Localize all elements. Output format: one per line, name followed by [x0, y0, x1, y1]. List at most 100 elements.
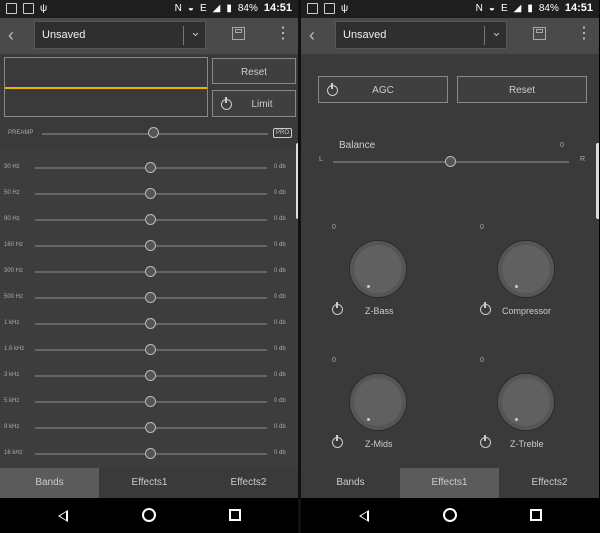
- reset-button[interactable]: Reset: [212, 58, 296, 84]
- knob-indicator: [515, 285, 518, 288]
- knob-indicator: [367, 285, 370, 288]
- tab-effects1[interactable]: Effects1: [400, 468, 499, 498]
- more-vert-icon[interactable]: ⋮: [275, 23, 291, 43]
- eq-curve-line: [5, 87, 207, 89]
- z-treble-power-icon[interactable]: [480, 435, 491, 448]
- band-slider-thumb[interactable]: [145, 188, 156, 199]
- tab-bands[interactable]: Bands: [0, 468, 99, 498]
- chevron-left-icon[interactable]: ‹: [309, 25, 315, 46]
- battery-percent: 84%: [237, 2, 258, 14]
- tab-bands[interactable]: Bands: [301, 468, 400, 498]
- band-slider-thumb[interactable]: [145, 396, 156, 407]
- dropdown-separator: [484, 26, 485, 45]
- band-slider-thumb[interactable]: [145, 370, 156, 381]
- band-freq-label: 300 Hz: [4, 268, 24, 274]
- band-freq-label: 9 kHz: [4, 424, 20, 430]
- band-gain-value: 0 db: [274, 164, 286, 170]
- band-slider-thumb[interactable]: [145, 240, 156, 251]
- wifi-icon: ◒: [187, 2, 194, 14]
- tab-effects1[interactable]: Effects1: [100, 468, 199, 498]
- band-gain-value: 0 db: [274, 242, 286, 248]
- band-slider-thumb[interactable]: [145, 318, 156, 329]
- band-gain-value: 0 db: [274, 346, 286, 352]
- band-gain-value: 0 db: [274, 424, 286, 430]
- pro-badge: PRO: [273, 128, 293, 138]
- band-freq-label: 1 kHz: [4, 320, 20, 326]
- band-slider-thumb[interactable]: [145, 344, 156, 355]
- nav-home-icon[interactable]: [443, 508, 457, 522]
- dropdown-separator: [183, 26, 184, 45]
- edge-handle[interactable]: [596, 143, 599, 219]
- band-row: 9 kHz 0 db: [0, 420, 298, 434]
- limit-button[interactable]: Limit: [212, 90, 296, 117]
- z-mids-knob[interactable]: [350, 374, 406, 430]
- band-freq-label: 50 Hz: [4, 190, 20, 196]
- equalizer-bands-screen: ψ N ◒ E ◢ ▮ 84% 14:51 ‹ Unsaved ⌄ ⋮ Rese…: [0, 0, 298, 533]
- band-slider-thumb[interactable]: [145, 292, 156, 303]
- band-row: 300 Hz 0 db: [0, 264, 298, 278]
- band-freq-label: 16 kHz: [4, 450, 23, 456]
- band-slider-thumb[interactable]: [145, 266, 156, 277]
- band-freq-label: 90 Hz: [4, 216, 20, 222]
- network-type-label: E: [199, 2, 207, 14]
- preamp-label: PREAMP: [8, 130, 34, 136]
- edge-handle[interactable]: [296, 143, 298, 219]
- band-gain-value: 0 db: [274, 450, 286, 456]
- reset-button[interactable]: Reset: [457, 76, 587, 103]
- nav-recents-icon[interactable]: [229, 509, 241, 521]
- nav-home-icon[interactable]: [142, 508, 156, 522]
- nfc-icon: N: [475, 2, 483, 14]
- tab-effects2[interactable]: Effects2: [500, 468, 599, 498]
- chevron-left-icon[interactable]: ‹: [8, 25, 14, 46]
- eq-curve-graph: [4, 57, 208, 117]
- wifi-icon: ◒: [488, 2, 495, 14]
- preset-dropdown[interactable]: Unsaved ⌄: [34, 21, 206, 49]
- tab-effects2[interactable]: Effects2: [199, 468, 298, 498]
- preset-label: Unsaved: [42, 29, 86, 41]
- notification-icon: [307, 3, 318, 14]
- balance-slider-thumb[interactable]: [445, 156, 456, 167]
- battery-icon: ▮: [527, 2, 533, 14]
- balance-value: 0: [560, 142, 564, 149]
- band-gain-value: 0 db: [274, 216, 286, 222]
- usb-icon: ψ: [341, 3, 349, 14]
- knob-value: 0: [480, 357, 484, 364]
- notification-icon: [6, 3, 17, 14]
- z-bass-label: Z-Bass: [365, 306, 394, 316]
- band-slider-thumb[interactable]: [145, 448, 156, 459]
- band-freq-label: 500 Hz: [4, 294, 24, 300]
- z-bass-knob[interactable]: [350, 241, 406, 297]
- band-row: 90 Hz 0 db: [0, 212, 298, 226]
- nav-recents-icon[interactable]: [530, 509, 542, 521]
- band-gain-value: 0 db: [274, 398, 286, 404]
- agc-button[interactable]: AGC: [318, 76, 448, 103]
- effects1-screen: ψ N ◒ E ◢ ▮ 84% 14:51 ‹ Unsaved ⌄ ⋮ AGC …: [301, 0, 599, 533]
- band-row: 30 Hz 0 db: [0, 160, 298, 174]
- preset-dropdown[interactable]: Unsaved ⌄: [335, 21, 507, 49]
- image-icon: [23, 3, 34, 14]
- nav-back-icon[interactable]: [58, 510, 68, 522]
- nfc-icon: N: [174, 2, 182, 14]
- z-mids-power-icon[interactable]: [332, 435, 343, 448]
- clock: 14:51: [564, 2, 593, 14]
- band-row: 160 Hz 0 db: [0, 238, 298, 252]
- nav-back-icon[interactable]: [359, 510, 369, 522]
- band-slider-thumb[interactable]: [145, 422, 156, 433]
- preamp-slider-thumb[interactable]: [148, 127, 159, 138]
- status-bar: ψ N ◒ E ◢ ▮ 84% 14:51: [301, 0, 599, 18]
- compressor-knob[interactable]: [498, 241, 554, 297]
- z-treble-label: Z-Treble: [510, 439, 544, 449]
- usb-icon: ψ: [40, 3, 48, 14]
- more-vert-icon[interactable]: ⋮: [576, 23, 592, 43]
- band-slider-thumb[interactable]: [145, 214, 156, 225]
- band-gain-value: 0 db: [274, 190, 286, 196]
- save-icon[interactable]: [232, 27, 245, 40]
- z-bass-power-icon[interactable]: [332, 302, 343, 315]
- limit-label: Limit: [251, 99, 273, 110]
- save-icon[interactable]: [533, 27, 546, 40]
- band-slider-thumb[interactable]: [145, 162, 156, 173]
- band-gain-value: 0 db: [274, 320, 286, 326]
- compressor-power-icon[interactable]: [480, 302, 491, 315]
- band-freq-label: 5 kHz: [4, 398, 20, 404]
- z-treble-knob[interactable]: [498, 374, 554, 430]
